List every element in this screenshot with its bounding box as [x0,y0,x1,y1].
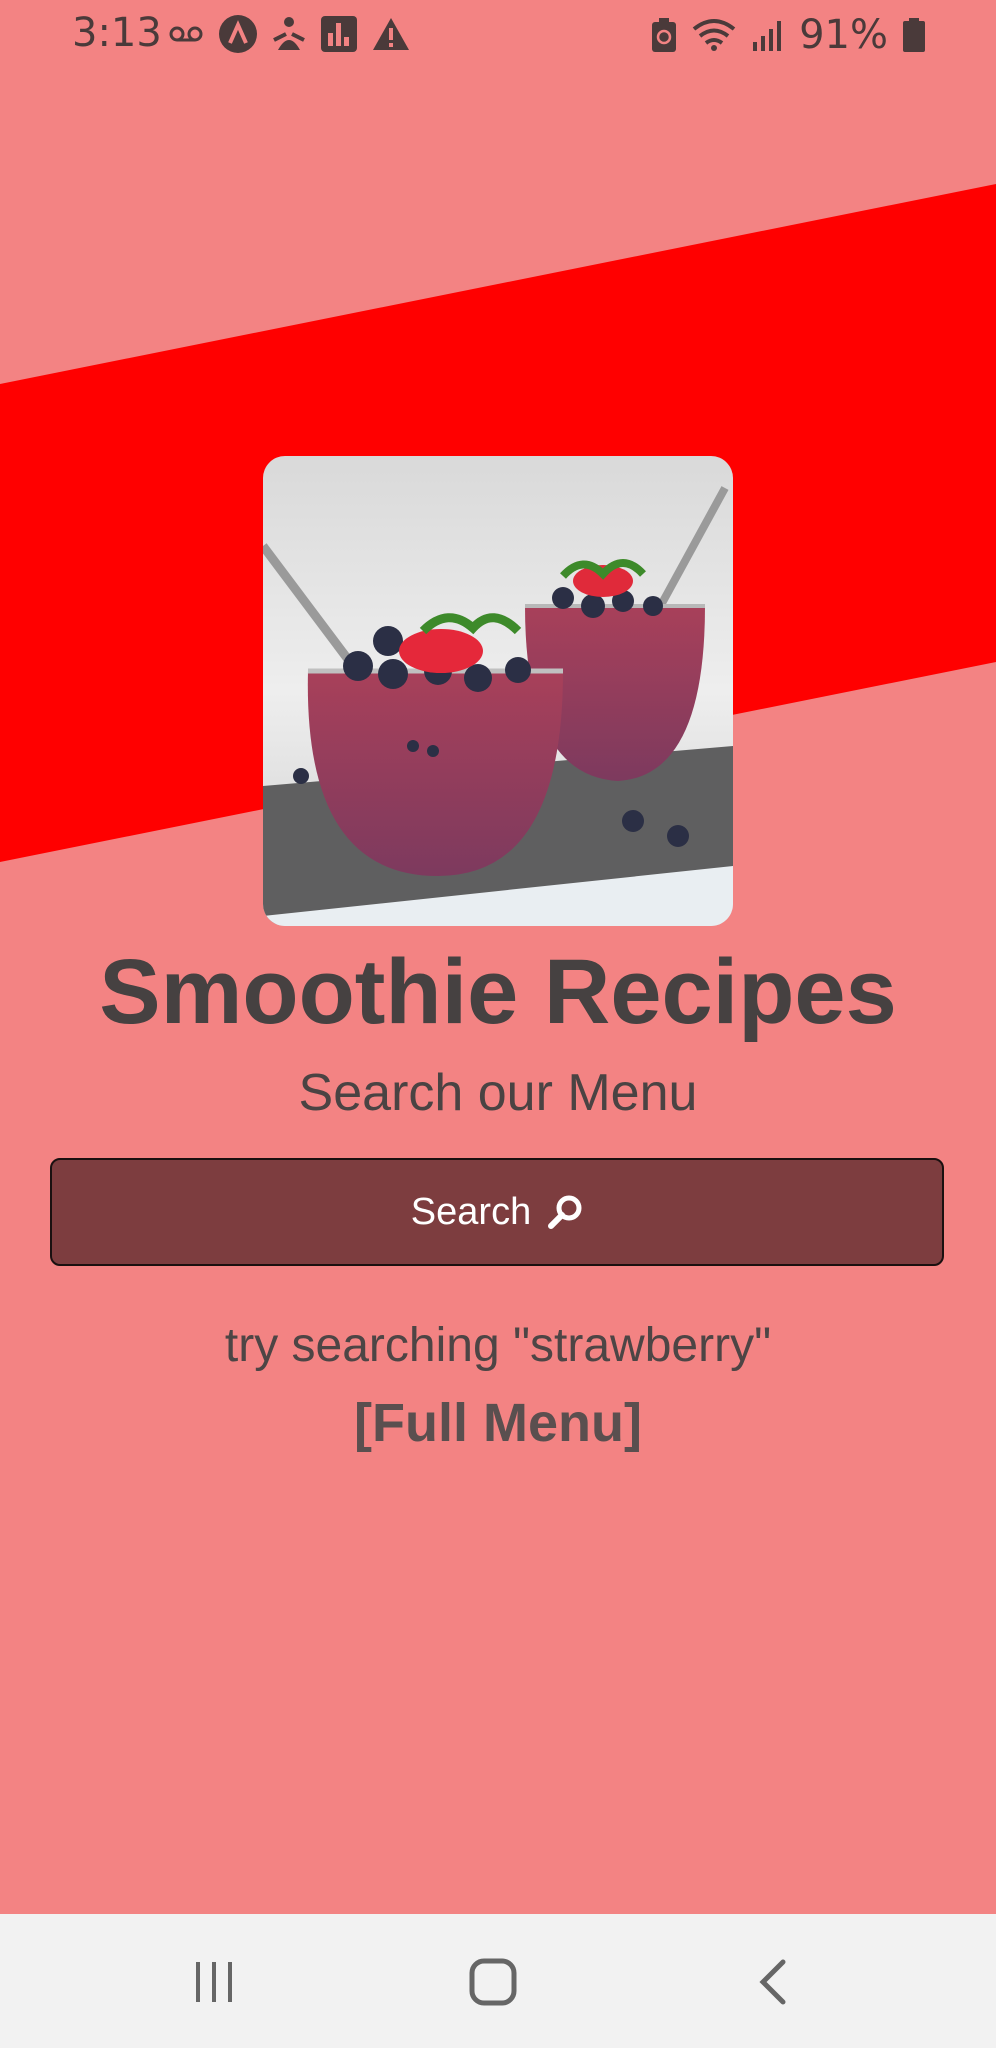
back-icon [759,1959,786,2005]
home-icon [469,1958,517,2006]
signal-icon [753,21,782,51]
recents-icon [196,1962,232,2002]
voicemail-icon [169,26,203,42]
battery-saver-icon [652,18,677,52]
page-subtitle: Search our Menu [298,1064,698,1122]
smoothie-image [263,456,733,926]
meditation-icon [273,17,305,50]
battery-icon [903,18,925,52]
home-button[interactable] [453,1942,533,2022]
search-button[interactable]: Search [50,1158,944,1266]
status-icons-right: 91% [651,12,926,58]
wifi-icon [692,19,736,51]
search-icon [548,1195,582,1229]
back-button[interactable] [732,1942,812,2022]
search-hint: try searching "strawberry" [224,1319,772,1372]
recents-button[interactable] [174,1942,254,2022]
full-menu-link[interactable]: [Full Menu] [0,1392,996,1454]
search-button-label: Search [410,1190,532,1233]
status-icons-left [168,14,410,54]
warning-icon [373,18,409,50]
bar-chart-icon [321,16,357,52]
status-bar: 3:13 91% [0,0,996,68]
status-time: 3:13 [72,10,162,56]
a-circle-icon [219,15,257,53]
page-title: Smoothie Recipes [99,941,897,1043]
battery-percent: 91% [799,12,888,58]
navigation-bar [0,1914,996,2048]
